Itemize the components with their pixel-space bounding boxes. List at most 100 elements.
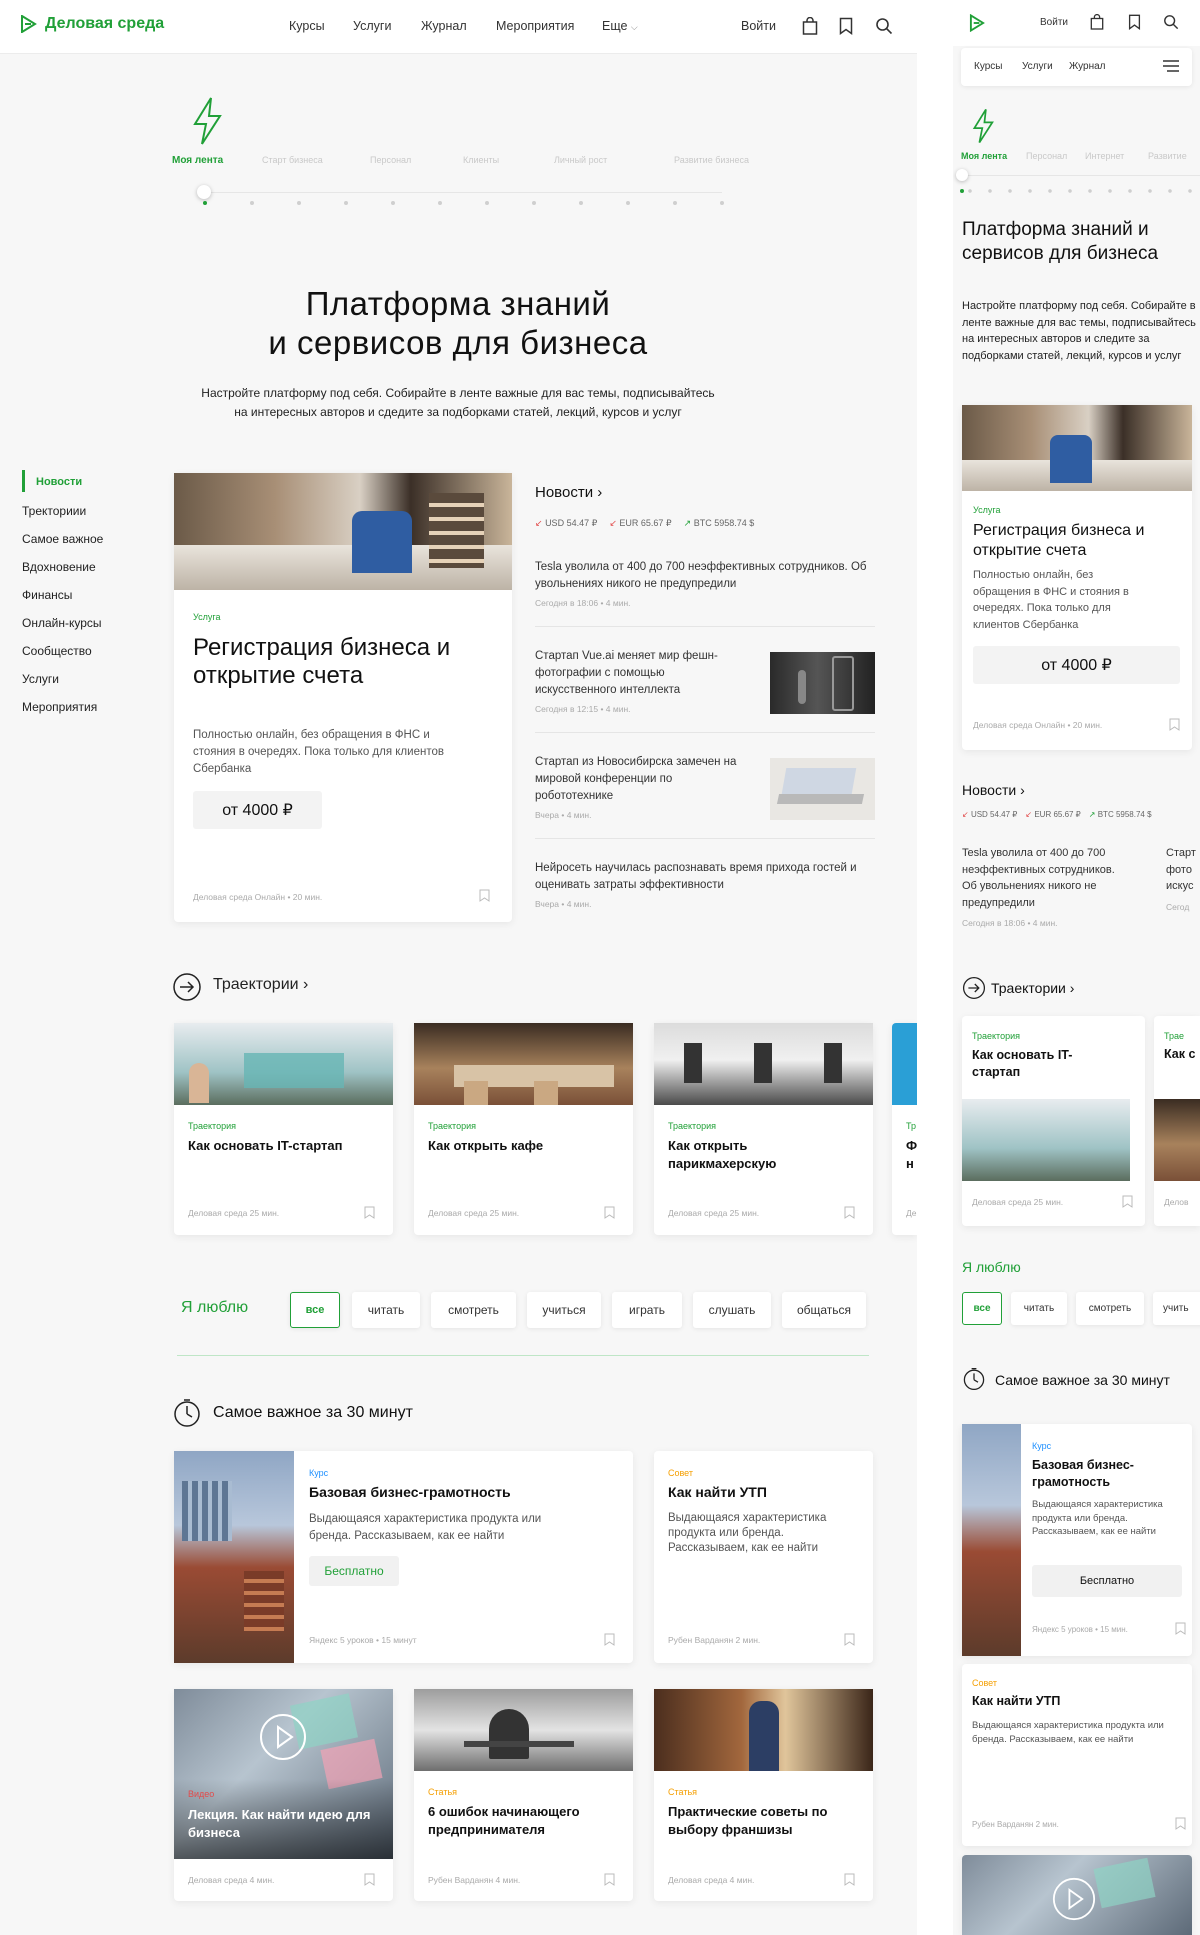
tab-personnel[interactable]: Персонал bbox=[1026, 151, 1067, 161]
bookmark-icon[interactable] bbox=[479, 889, 490, 902]
bookmark-icon[interactable] bbox=[364, 1206, 375, 1219]
bookmark-icon[interactable] bbox=[844, 1873, 855, 1886]
sidebar-item-online-courses[interactable]: Онлайн-курсы bbox=[22, 616, 102, 630]
chip-read[interactable]: читать bbox=[1011, 1292, 1067, 1325]
tab-personnel[interactable]: Персонал bbox=[370, 155, 411, 165]
news-item[interactable]: Стартап из Новосибирска замечен на миров… bbox=[535, 754, 745, 824]
bookmark-icon[interactable] bbox=[1122, 1195, 1133, 1208]
trajectory-card[interactable]: Траектория Как основать IT-стартап Делов… bbox=[962, 1016, 1145, 1226]
tab-my-feed[interactable]: Моя лента bbox=[172, 155, 223, 166]
tab-internet[interactable]: Интернет bbox=[1085, 151, 1124, 161]
sidebar-item-important[interactable]: Самое важное bbox=[22, 532, 103, 546]
search-icon[interactable] bbox=[1163, 14, 1179, 30]
nav-events[interactable]: Мероприятия bbox=[496, 19, 574, 33]
news-item[interactable]: Нейросеть научилась распознавать время п… bbox=[535, 860, 875, 913]
bookmark-icon[interactable] bbox=[364, 1873, 375, 1886]
service-price-button[interactable]: от 4000 ₽ bbox=[193, 791, 322, 829]
tab-clients[interactable]: Клиенты bbox=[463, 155, 499, 165]
trajectories-title[interactable]: Траектории › bbox=[991, 980, 1074, 996]
bookmark-icon[interactable] bbox=[604, 1206, 615, 1219]
login-link[interactable]: Войти bbox=[741, 19, 776, 33]
sidebar-item-trajectories[interactable]: Тректориии bbox=[22, 504, 86, 518]
bag-icon[interactable] bbox=[802, 17, 818, 35]
nav-courses[interactable]: Курсы bbox=[974, 61, 1002, 72]
bookmark-icon[interactable] bbox=[844, 1633, 855, 1646]
sidebar-item-inspiration[interactable]: Вдохновение bbox=[22, 560, 96, 574]
bookmark-icon[interactable] bbox=[1169, 718, 1180, 731]
search-icon[interactable] bbox=[875, 17, 893, 35]
article-card[interactable]: Статья 6 ошибок начинающего предпринимат… bbox=[414, 1689, 633, 1901]
news-title[interactable]: Новости › bbox=[962, 782, 1025, 798]
bookmark-icon[interactable] bbox=[839, 17, 853, 35]
logo[interactable]: Деловая среда bbox=[20, 15, 164, 33]
trajectory-card[interactable]: Траектория Как основать IT-стартап Делов… bbox=[174, 1023, 393, 1235]
play-icon[interactable] bbox=[259, 1713, 307, 1761]
news-item-peek[interactable]: Старт фото искус Сегод bbox=[1166, 845, 1200, 915]
nav-courses[interactable]: Курсы bbox=[289, 19, 325, 33]
chip-watch[interactable]: смотреть bbox=[1076, 1292, 1144, 1325]
tip-card[interactable]: Совет Как найти УТП Выдающаяся характери… bbox=[654, 1451, 873, 1663]
bookmark-icon[interactable] bbox=[844, 1206, 855, 1219]
sidebar-item-events[interactable]: Мероприятия bbox=[22, 700, 97, 714]
nav-journal[interactable]: Журнал bbox=[1069, 61, 1106, 72]
tab-development[interactable]: Развитие bbox=[1148, 151, 1187, 161]
hero-title-line: и сервисов для бизнеса bbox=[268, 324, 648, 361]
trajectory-card-peek[interactable]: Трае Как с Делов bbox=[1154, 1016, 1200, 1226]
chip-listen[interactable]: слушать bbox=[693, 1292, 771, 1328]
video-card[interactable] bbox=[962, 1855, 1192, 1935]
login-link[interactable]: Войти bbox=[1040, 17, 1068, 28]
menu-icon[interactable] bbox=[1163, 60, 1179, 72]
chip-learn[interactable]: учиться bbox=[527, 1292, 601, 1328]
free-button[interactable]: Бесплатно bbox=[1032, 1565, 1182, 1597]
nav-journal[interactable]: Журнал bbox=[421, 19, 467, 33]
chip-read[interactable]: читать bbox=[352, 1292, 420, 1328]
sidebar-item-finance[interactable]: Финансы bbox=[22, 588, 72, 602]
course-card[interactable]: Курс Базовая бизнес-грамотность Выдающая… bbox=[962, 1424, 1192, 1656]
nav-services[interactable]: Услуги bbox=[1022, 61, 1053, 72]
course-photo bbox=[962, 1424, 1021, 1656]
trajectory-card[interactable]: Траектория Как открыть кафе Деловая сред… bbox=[414, 1023, 633, 1235]
bookmark-icon[interactable] bbox=[604, 1873, 615, 1886]
chip-learn[interactable]: учить bbox=[1153, 1292, 1200, 1325]
nav-more[interactable]: Еще ⌵ bbox=[602, 19, 638, 33]
logo-icon[interactable] bbox=[969, 14, 985, 32]
chip-watch[interactable]: смотреть bbox=[431, 1292, 516, 1328]
trajectories-title[interactable]: Траектории › bbox=[213, 976, 308, 994]
news-item[interactable]: Tesla уволила от 400 до 700 неэффективны… bbox=[535, 559, 875, 612]
chip-play[interactable]: играть bbox=[612, 1292, 682, 1328]
course-card[interactable]: Курс Базовая бизнес-грамотность Выдающая… bbox=[174, 1451, 633, 1663]
article-card[interactable]: Статья Практические советы по выбору фра… bbox=[654, 1689, 873, 1901]
tab-personal-growth[interactable]: Личный рост bbox=[554, 155, 607, 165]
free-button[interactable]: Бесплатно bbox=[309, 1556, 399, 1586]
video-card[interactable]: Видео Лекция. Как найти идею для бизнеса… bbox=[174, 1689, 393, 1901]
bookmark-icon[interactable] bbox=[1128, 14, 1141, 30]
trajectory-card[interactable]: Траектория Как открыть парикмахерскую Де… bbox=[654, 1023, 873, 1235]
tab-business-development[interactable]: Развитие бизнеса bbox=[674, 155, 749, 165]
service-price-button[interactable]: от 4000 ₽ bbox=[973, 646, 1180, 684]
play-icon[interactable] bbox=[1052, 1877, 1096, 1921]
tab-start-business[interactable]: Старт бизнеса bbox=[262, 155, 323, 165]
bookmark-icon[interactable] bbox=[1175, 1817, 1186, 1830]
news-item[interactable]: Стартап Vue.ai меняет мир фешн-фотографи… bbox=[535, 648, 745, 718]
bookmark-icon[interactable] bbox=[1175, 1622, 1186, 1635]
sidebar-item-community[interactable]: Сообщество bbox=[22, 644, 92, 658]
tab-slider-handle[interactable] bbox=[956, 169, 968, 181]
service-card[interactable]: Услуга Регистрация бизнеса и открытие сч… bbox=[174, 473, 512, 922]
bookmark-icon[interactable] bbox=[604, 1633, 615, 1646]
trajectory-card-peek[interactable]: Тр Ф н Де bbox=[892, 1023, 917, 1235]
tab-my-feed[interactable]: Моя лента bbox=[961, 151, 1007, 161]
news-item[interactable]: Tesla уволила от 400 до 700 неэффективны… bbox=[962, 845, 1132, 932]
video-tag: Видео bbox=[188, 1789, 215, 1799]
bag-icon[interactable] bbox=[1090, 14, 1104, 30]
nav-services[interactable]: Услуги bbox=[353, 19, 391, 33]
tab-slider-handle[interactable] bbox=[197, 185, 211, 199]
trajectory-title: Как основать IT-стартап bbox=[188, 1138, 343, 1153]
chip-all[interactable]: все bbox=[290, 1292, 340, 1328]
sidebar-item-services[interactable]: Услуги bbox=[22, 672, 59, 686]
chip-communicate[interactable]: общаться bbox=[782, 1292, 866, 1328]
service-card[interactable]: Услуга Регистрация бизнеса и открытие сч… bbox=[962, 405, 1192, 750]
sidebar-item-news[interactable]: Новости bbox=[36, 476, 82, 488]
news-title[interactable]: Новости › bbox=[535, 484, 602, 501]
chip-all[interactable]: все bbox=[962, 1292, 1002, 1325]
tip-card[interactable]: Совет Как найти УТП Выдающаяся характери… bbox=[962, 1664, 1192, 1846]
